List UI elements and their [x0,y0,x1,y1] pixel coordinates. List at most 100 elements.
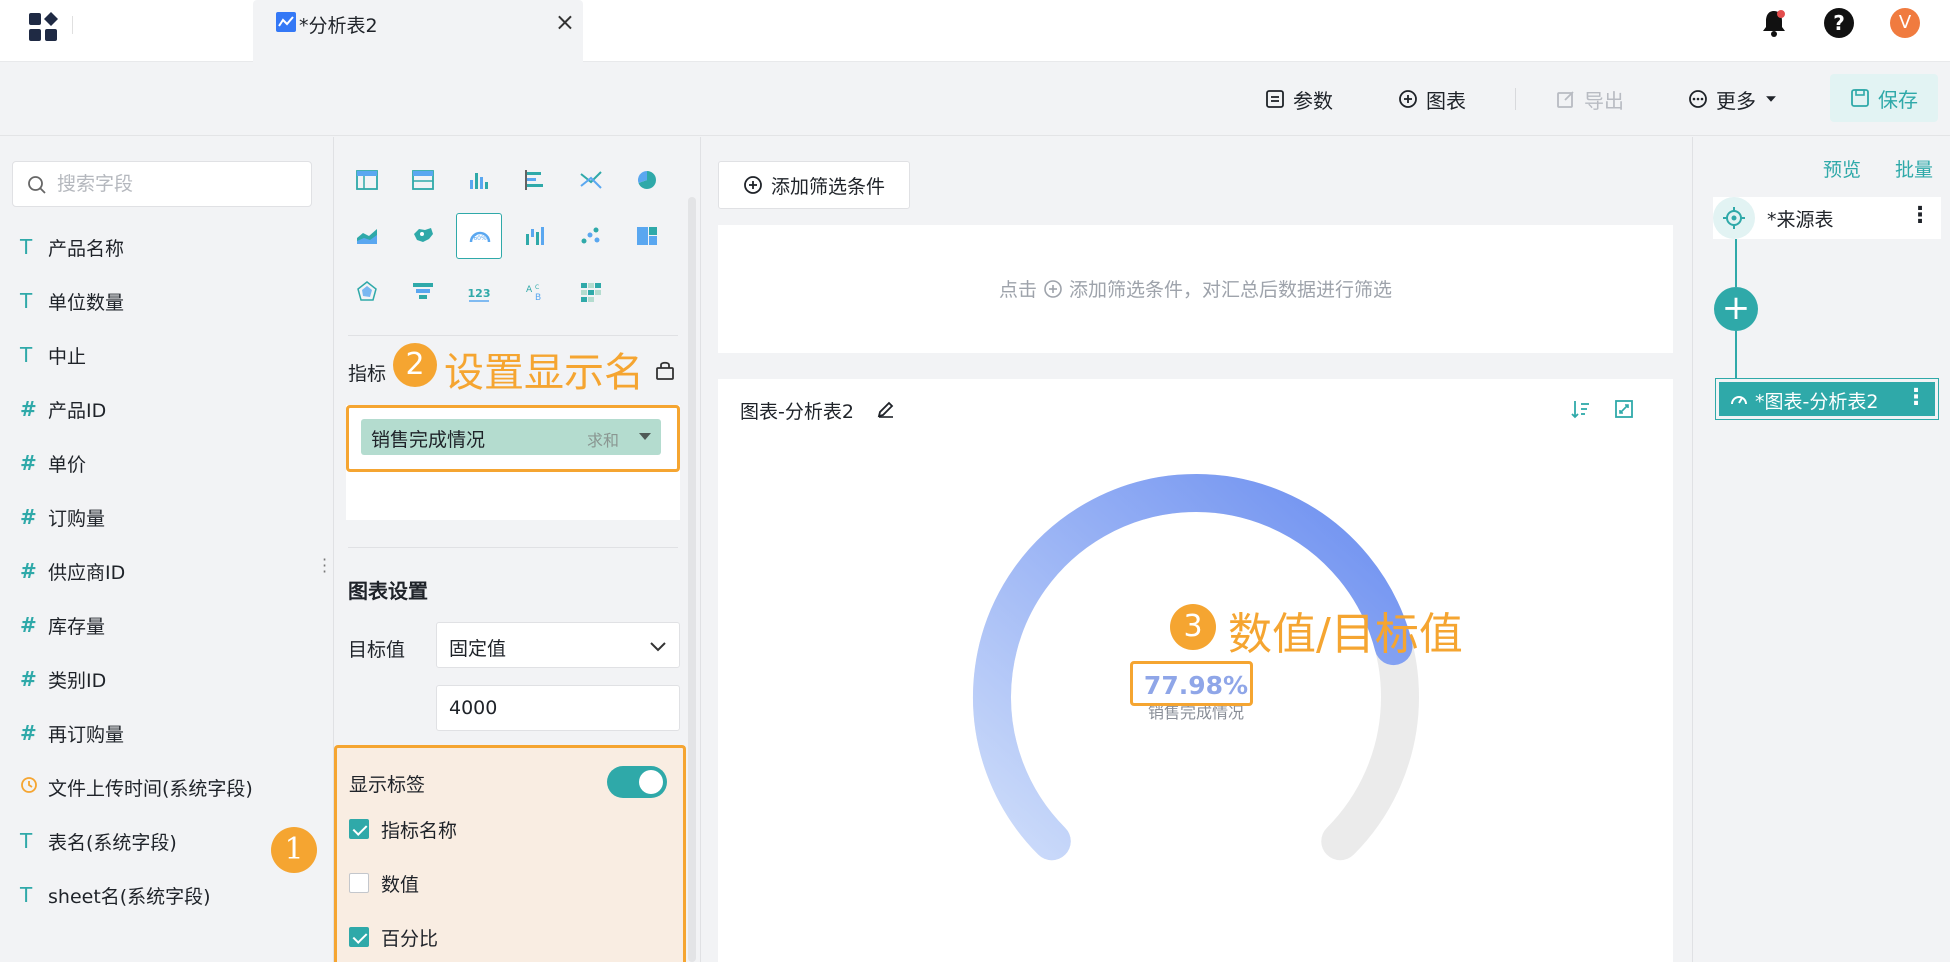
scatter-chart-icon [581,227,600,244]
chart-type-option[interactable] [344,269,390,315]
filter-area: 点击 添加筛选条件，对汇总后数据进行筛选 [718,225,1673,353]
checkbox-label: 指标名称 [381,819,458,842]
edit-icon[interactable] [876,399,896,419]
chart-type-option[interactable]: ABC [512,269,558,315]
table-icon [356,170,378,190]
field-label: 再订购量 [48,723,125,746]
chart-type-option[interactable]: 123 [456,269,502,315]
label-option[interactable]: 数值 [349,870,419,896]
field-item[interactable]: # 产品ID [20,394,106,424]
add-filter-button[interactable]: 添加筛选条件 [718,161,910,209]
target-mode-select[interactable]: 固定值 [436,622,680,668]
more-vertical-icon[interactable]: ⋮ [1909,203,1931,228]
field-label: 中止 [48,345,87,368]
scrollbar[interactable] [688,197,696,962]
label-option[interactable]: 百分比 [349,924,438,950]
more-button[interactable]: 更多 [1688,84,1778,114]
show-label-toggle[interactable] [607,766,667,798]
text-type-icon: T [20,883,33,907]
pie-chart-icon [637,170,656,189]
apps-grid-icon[interactable] [26,10,60,44]
filter-hint-pre: 点击 [998,279,1037,301]
annotation-badge-3: 3 [1170,604,1216,650]
search-input[interactable] [57,170,297,198]
expand-icon[interactable] [1614,399,1634,419]
params-button[interactable]: 参数 [1265,84,1333,114]
field-item[interactable]: T 产品名称 [20,232,124,262]
preview-link[interactable]: 预览 [1823,155,1861,182]
chart-type-option[interactable] [624,213,670,259]
chart-type-option[interactable] [400,213,446,259]
field-label: 单价 [48,453,87,476]
save-button[interactable]: 保存 [1830,74,1938,122]
chart-label: 图表 [1426,88,1466,113]
params-label: 参数 [1293,88,1333,113]
divider [1515,88,1516,110]
add-chart-button[interactable]: 图表 [1398,84,1466,114]
sort-icon[interactable] [1571,399,1591,419]
lock-icon[interactable] [654,359,676,381]
field-label: 表名(系统字段) [48,831,177,854]
source-table-node[interactable]: *来源表 ⋮ [1713,197,1941,239]
chart-type-option[interactable] [344,213,390,259]
save-label: 保存 [1878,87,1918,112]
svg-text:C: C [535,284,539,291]
field-item[interactable]: 文件上传时间(系统字段) [20,772,253,802]
field-item[interactable]: # 订购量 [20,502,105,532]
close-icon[interactable]: × [555,10,575,34]
bell-icon[interactable] [1760,8,1788,38]
field-item[interactable]: T 中止 [20,340,86,370]
field-label: sheet名(系统字段) [48,885,211,908]
batch-link[interactable]: 批量 [1895,155,1933,182]
resize-handle[interactable]: · · · [322,552,327,580]
chart-type-option[interactable] [344,157,390,203]
radar-chart-icon [357,281,377,301]
field-item[interactable]: # 单价 [20,448,86,478]
text-type-icon: T [20,289,33,313]
field-item[interactable]: T 单位数量 [20,286,124,316]
checkbox[interactable] [349,927,369,947]
chart-type-option[interactable] [512,157,558,203]
field-label: 库存量 [48,615,106,638]
chart-type-option[interactable] [400,157,446,203]
checkbox-label: 百分比 [381,927,439,950]
field-item[interactable]: # 类别ID [20,664,106,694]
svg-text:B: B [535,293,541,303]
field-item[interactable]: T 表名(系统字段) [20,826,177,856]
label-option[interactable]: 指标名称 [349,816,457,842]
filter-hint-post: 添加筛选条件，对汇总后数据进行筛选 [1069,279,1393,301]
chart-type-option[interactable] [568,157,614,203]
field-item[interactable]: # 供应商ID [20,556,125,586]
field-item[interactable]: # 再订购量 [20,718,124,748]
field-item[interactable]: # 库存量 [20,610,105,640]
save-icon [1851,89,1869,107]
chart-type-option[interactable] [456,157,502,203]
chart-type-option[interactable] [624,157,670,203]
checkbox[interactable] [349,819,369,839]
plus-circle-icon [1044,279,1062,298]
field-label: 单位数量 [48,291,125,314]
more-label: 更多 [1716,88,1756,113]
chart-type-option[interactable] [568,213,614,259]
chart-type-option[interactable]: 60% [456,213,502,259]
chevron-down-icon [650,642,666,652]
chart-type-option[interactable] [400,269,446,315]
show-label-text: 显示标签 [349,774,426,796]
help-icon[interactable]: ? [1824,8,1854,38]
add-node-button[interactable]: + [1714,287,1758,331]
more-vertical-icon[interactable]: ⋮ [1905,385,1927,410]
tab-analysis-2[interactable]: *分析表2 × [253,0,583,62]
number-type-icon: # [20,559,37,583]
chart-node[interactable]: *图表-分析表2 ⋮ [1715,378,1939,420]
target-value-input[interactable]: 4000 [436,685,680,731]
chart-type-option[interactable] [512,213,558,259]
search-icon [28,176,46,194]
chart-type-option[interactable] [568,269,614,315]
field-item[interactable]: Tsheet名(系统字段) [20,880,211,910]
avatar[interactable]: V [1890,8,1920,38]
checkbox[interactable] [349,873,369,893]
export-button[interactable]: 导出 [1556,84,1624,114]
text-type-icon: T [20,343,33,367]
export-icon [1557,91,1574,108]
treemap-icon [637,227,657,245]
